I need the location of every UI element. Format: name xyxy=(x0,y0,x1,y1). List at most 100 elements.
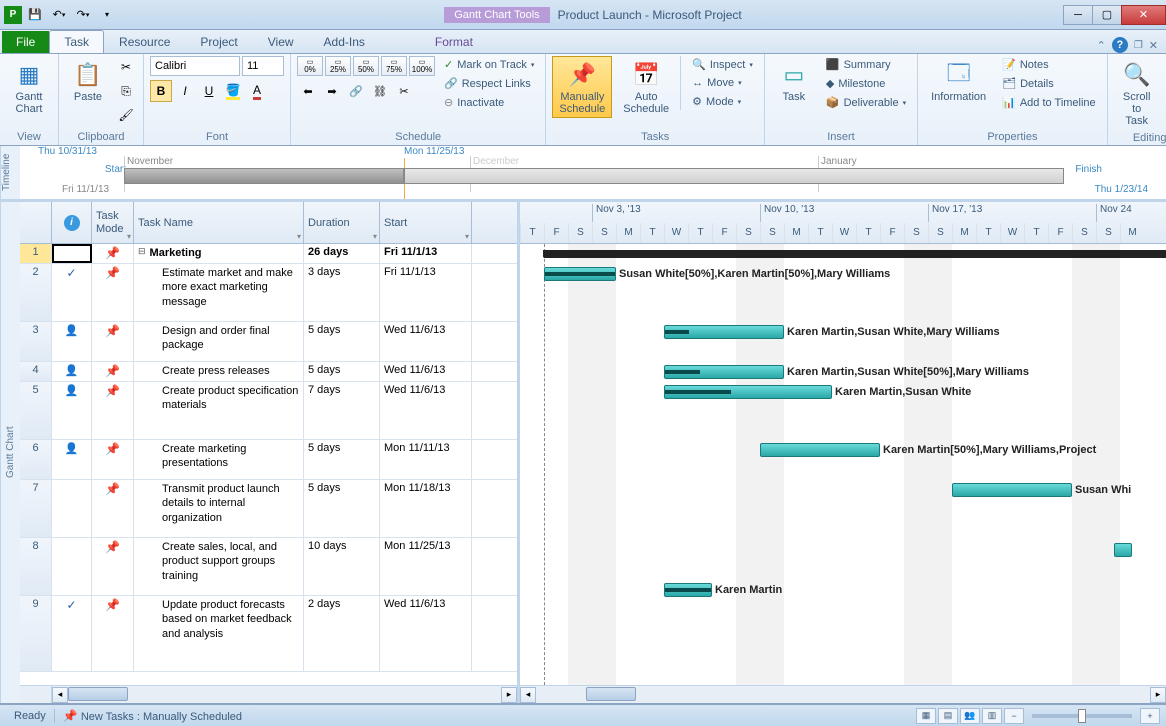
undo-button[interactable]: ↶▾ xyxy=(48,4,70,26)
indicator-cell[interactable] xyxy=(52,480,92,537)
indicator-cell[interactable] xyxy=(52,538,92,595)
inactivate-button[interactable]: ⊖Inactivate xyxy=(439,94,539,111)
add-to-timeline-button[interactable]: 📊Add to Timeline xyxy=(997,94,1101,111)
summary-button[interactable]: ⬛Summary xyxy=(821,56,911,73)
task-name-cell[interactable]: Create marketing presentations xyxy=(134,440,304,479)
file-tab[interactable]: File xyxy=(2,31,49,53)
zoom-out-button[interactable]: − xyxy=(1004,708,1024,724)
duration-cell[interactable]: 5 days xyxy=(304,440,380,479)
row-number[interactable]: 4 xyxy=(20,362,52,381)
mark-on-track-button[interactable]: ✓Mark on Track ▾ xyxy=(439,56,539,73)
manually-schedule-button[interactable]: 📌 Manually Schedule xyxy=(552,56,612,118)
font-size-select[interactable] xyxy=(242,56,284,76)
respect-links-button[interactable]: 🔗Respect Links xyxy=(439,75,539,92)
task-name-cell[interactable]: ⊟Marketing xyxy=(134,244,304,263)
help-icon[interactable]: ? xyxy=(1112,37,1128,53)
font-color-button[interactable]: A xyxy=(246,80,268,102)
start-cell[interactable]: Wed 11/6/13 xyxy=(380,596,472,671)
notes-button[interactable]: 📝Notes xyxy=(997,56,1101,73)
redo-button[interactable]: ↷▾ xyxy=(72,4,94,26)
duration-cell[interactable]: 5 days xyxy=(304,362,380,381)
scroll-left-button[interactable]: ◂ xyxy=(52,687,68,703)
task-name-cell[interactable]: Design and order final package xyxy=(134,322,304,361)
task-bar[interactable]: Karen Martin[50%],Mary Williams,Project xyxy=(760,443,880,457)
mode-cell[interactable]: 📌 xyxy=(92,440,134,479)
start-cell[interactable]: Fri 11/1/13 xyxy=(380,244,472,263)
col-header-start[interactable]: Start▾ xyxy=(380,202,472,243)
duration-cell[interactable]: 5 days xyxy=(304,322,380,361)
italic-button[interactable]: I xyxy=(174,80,196,102)
tab-addins[interactable]: Add-Ins xyxy=(309,30,380,53)
mode-cell[interactable]: 📌 xyxy=(92,382,134,439)
restore-window-icon[interactable]: ❐ xyxy=(1134,40,1143,51)
bold-button[interactable]: B xyxy=(150,80,172,102)
task-name-cell[interactable]: Update product forecasts based on market… xyxy=(134,596,304,671)
table-row[interactable]: 4👤📌Create press releases5 daysWed 11/6/1… xyxy=(20,362,517,382)
collapse-icon[interactable]: ⊟ xyxy=(138,246,146,257)
inspect-button[interactable]: 🔍Inspect ▾ xyxy=(687,56,758,73)
gantt-body[interactable]: Susan White[50%],Karen Martin[50%],Mary … xyxy=(520,244,1166,685)
task-bar[interactable]: Susan White[50%],Karen Martin[50%],Mary … xyxy=(544,267,616,281)
information-button[interactable]: 🗔 Information xyxy=(924,56,993,106)
maximize-button[interactable]: ▢ xyxy=(1092,5,1122,25)
table-row[interactable]: 3👤📌Design and order final package5 daysW… xyxy=(20,322,517,362)
close-button[interactable]: ✕ xyxy=(1121,5,1166,25)
mode-cell[interactable]: 📌 xyxy=(92,362,134,381)
gantt-chart-button[interactable]: ▦ Gantt Chart xyxy=(6,56,52,118)
col-header-mode[interactable]: Task Mode▾ xyxy=(92,202,134,243)
percent-25-button[interactable]: ▭25% xyxy=(325,56,351,76)
gantt-header[interactable]: Nov 3, '13Nov 10, '13Nov 17, '13Nov 24TF… xyxy=(520,202,1166,244)
save-button[interactable]: 💾 xyxy=(24,4,46,26)
col-header-indicator[interactable]: i xyxy=(52,202,92,243)
table-row[interactable]: 8📌Create sales, local, and product suppo… xyxy=(20,538,517,596)
table-row[interactable]: 6👤📌Create marketing presentations5 daysM… xyxy=(20,440,517,480)
gantt-chart-side-tab[interactable]: Gantt Chart xyxy=(0,202,20,703)
format-painter-button[interactable]: 🖌 xyxy=(115,104,137,126)
gantt-hscroll[interactable]: ◂ ▸ xyxy=(520,685,1166,703)
table-row[interactable]: 2✓📌Estimate market and make more exact m… xyxy=(20,264,517,322)
percent-50-button[interactable]: ▭50% xyxy=(353,56,379,76)
start-cell[interactable]: Wed 11/6/13 xyxy=(380,322,472,361)
mode-cell[interactable]: 📌 xyxy=(92,480,134,537)
duration-cell[interactable]: 7 days xyxy=(304,382,380,439)
start-cell[interactable]: Mon 11/11/13 xyxy=(380,440,472,479)
row-number[interactable]: 8 xyxy=(20,538,52,595)
indicator-cell[interactable]: 👤 xyxy=(52,382,92,439)
duration-cell[interactable]: 3 days xyxy=(304,264,380,321)
indicator-cell[interactable]: 👤 xyxy=(52,440,92,479)
scroll-left-button[interactable]: ◂ xyxy=(520,687,536,703)
task-bar[interactable] xyxy=(1114,543,1132,557)
indicator-cell[interactable]: 👤 xyxy=(52,362,92,381)
mode-button[interactable]: ⚙Mode ▾ xyxy=(687,93,758,110)
table-row[interactable]: 9✓📌Update product forecasts based on mar… xyxy=(20,596,517,672)
cut-button[interactable]: ✂ xyxy=(115,56,137,78)
unlink-tasks-button[interactable]: ⛓ xyxy=(369,80,391,102)
tab-view[interactable]: View xyxy=(253,30,309,53)
start-cell[interactable]: Wed 11/6/13 xyxy=(380,362,472,381)
task-name-cell[interactable]: Estimate market and make more exact mark… xyxy=(134,264,304,321)
percent-0-button[interactable]: ▭0% xyxy=(297,56,323,76)
mode-cell[interactable]: 📌 xyxy=(92,244,134,263)
tab-project[interactable]: Project xyxy=(185,30,252,53)
indicator-cell[interactable]: 👤 xyxy=(52,322,92,361)
row-number[interactable]: 5 xyxy=(20,382,52,439)
copy-button[interactable]: ⎘ xyxy=(115,80,137,102)
view-task-usage-button[interactable]: ▤ xyxy=(938,708,958,724)
summary-bar[interactable] xyxy=(544,250,1166,258)
font-name-select[interactable] xyxy=(150,56,240,76)
task-bar[interactable]: Karen Martin,Susan White,Mary Williams xyxy=(664,325,784,339)
zoom-in-button[interactable]: + xyxy=(1140,708,1160,724)
duration-cell[interactable]: 10 days xyxy=(304,538,380,595)
row-number[interactable]: 6 xyxy=(20,440,52,479)
mode-cell[interactable]: 📌 xyxy=(92,322,134,361)
row-number[interactable]: 2 xyxy=(20,264,52,321)
start-cell[interactable]: Fri 11/1/13 xyxy=(380,264,472,321)
view-gantt-button[interactable]: ▦ xyxy=(916,708,936,724)
percent-100-button[interactable]: ▭100% xyxy=(409,56,435,76)
insert-task-button[interactable]: ▭ Task xyxy=(771,56,817,106)
indicator-cell[interactable]: ✓ xyxy=(52,596,92,671)
milestone-button[interactable]: ◆Milestone xyxy=(821,75,911,92)
minimize-button[interactable]: ─ xyxy=(1063,5,1093,25)
link-tasks-button[interactable]: 🔗 xyxy=(345,80,367,102)
row-number[interactable]: 3 xyxy=(20,322,52,361)
